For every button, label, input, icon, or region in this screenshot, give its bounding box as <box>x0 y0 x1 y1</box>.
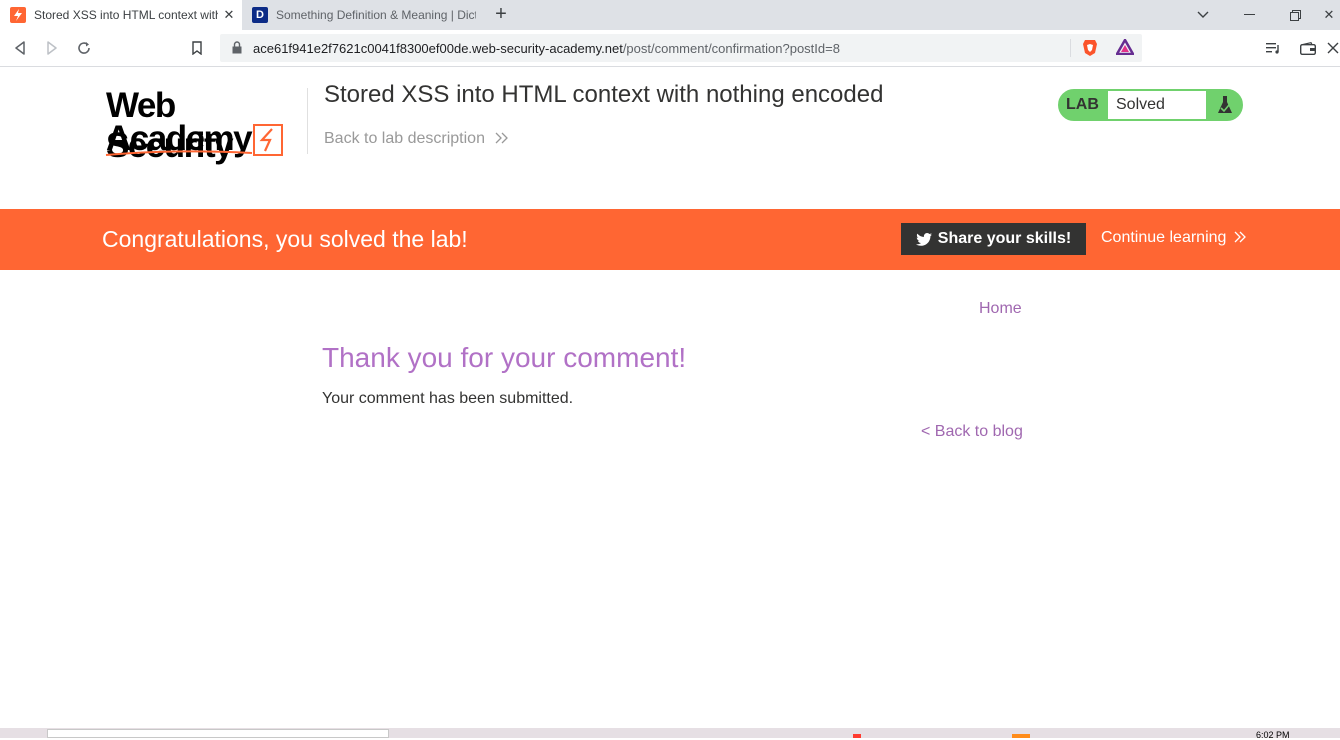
close-window-icon[interactable]: ✕ <box>1318 0 1340 30</box>
tab-title: Stored XSS into HTML context with nothin… <box>34 8 218 22</box>
tab-dictionary[interactable]: D Something Definition & Meaning | Dicti… <box>242 0 480 30</box>
flask-icon <box>1208 91 1241 119</box>
header-divider <box>307 88 308 154</box>
lab-title: Stored XSS into HTML context with nothin… <box>324 81 884 108</box>
os-taskbar: 6:02 PM <box>0 728 1340 740</box>
taskbar-app-icon[interactable] <box>1012 734 1030 738</box>
playlist-icon[interactable] <box>1262 36 1286 60</box>
back-arrow-icon[interactable] <box>8 36 32 60</box>
bookmark-icon[interactable] <box>185 36 209 60</box>
back-to-blog-link[interactable]: < Back to blog <box>921 423 1023 441</box>
reload-icon[interactable] <box>72 36 96 60</box>
menu-icon[interactable] <box>1326 36 1340 60</box>
omnibox-divider <box>1070 39 1071 57</box>
tab-search-chevron-icon[interactable] <box>1180 0 1226 30</box>
continue-learning-label: Continue learning <box>1101 229 1227 246</box>
twitter-icon <box>915 232 932 246</box>
minimize-icon[interactable] <box>1226 0 1272 30</box>
lab-status-badge: LAB Solved <box>1058 89 1243 121</box>
solved-banner: Congratulations, you solved the lab! Sha… <box>0 209 1340 270</box>
confirmation-heading: Thank you for your comment! <box>322 342 687 373</box>
lab-badge-label: LAB <box>1066 96 1099 113</box>
close-tab-icon[interactable]: ✕ <box>222 8 236 22</box>
tab-title: Something Definition & Meaning | Diction… <box>276 8 476 22</box>
back-to-lab-description-label: Back to lab description <box>324 130 485 147</box>
browser-toolbar: ace61f941e2f7621c0041f8300ef00de.web-sec… <box>0 30 1340 67</box>
taskbar-clock[interactable]: 6:02 PM <box>1256 730 1290 740</box>
tab-strip: Stored XSS into HTML context with nothin… <box>0 0 1340 30</box>
lock-icon[interactable] <box>232 41 242 59</box>
double-chevron-right-icon <box>1234 231 1246 243</box>
dictionary-favicon-icon: D <box>252 7 268 23</box>
home-link[interactable]: Home <box>979 300 1022 318</box>
web-page: Web Security Academy Stored XSS into HTM… <box>0 67 1340 728</box>
new-tab-icon[interactable]: + <box>490 4 512 26</box>
taskbar-app-icon[interactable] <box>853 734 861 738</box>
share-button-label: Share your skills! <box>937 230 1072 247</box>
brave-rewards-icon[interactable] <box>1114 37 1136 60</box>
back-to-lab-description-link[interactable]: Back to lab description <box>324 130 509 148</box>
confirmation-message: Your comment has been submitted. <box>322 390 574 407</box>
restore-icon[interactable] <box>1272 0 1318 30</box>
double-chevron-right-icon <box>495 132 509 144</box>
lab-status-text: Solved <box>1108 91 1206 119</box>
address-bar[interactable]: ace61f941e2f7621c0041f8300ef00de.web-sec… <box>220 34 1142 62</box>
portswigger-favicon-icon <box>10 7 26 23</box>
continue-learning-link[interactable]: Continue learning <box>1101 229 1247 247</box>
brave-shields-icon[interactable] <box>1082 39 1098 62</box>
url-text: ace61f941e2f7621c0041f8300ef00de.web-sec… <box>253 41 840 56</box>
wallet-icon[interactable] <box>1296 36 1320 60</box>
logo-bolt-icon <box>105 124 283 156</box>
taskbar-search-box[interactable] <box>47 729 389 738</box>
share-your-skills-button[interactable]: Share your skills! <box>901 223 1086 255</box>
web-security-academy-logo[interactable]: Web Security Academy <box>104 86 309 165</box>
forward-arrow-icon[interactable] <box>40 36 64 60</box>
tab-lab[interactable]: Stored XSS into HTML context with nothin… <box>0 0 242 30</box>
congratulations-message: Congratulations, you solved the lab! <box>102 226 468 252</box>
